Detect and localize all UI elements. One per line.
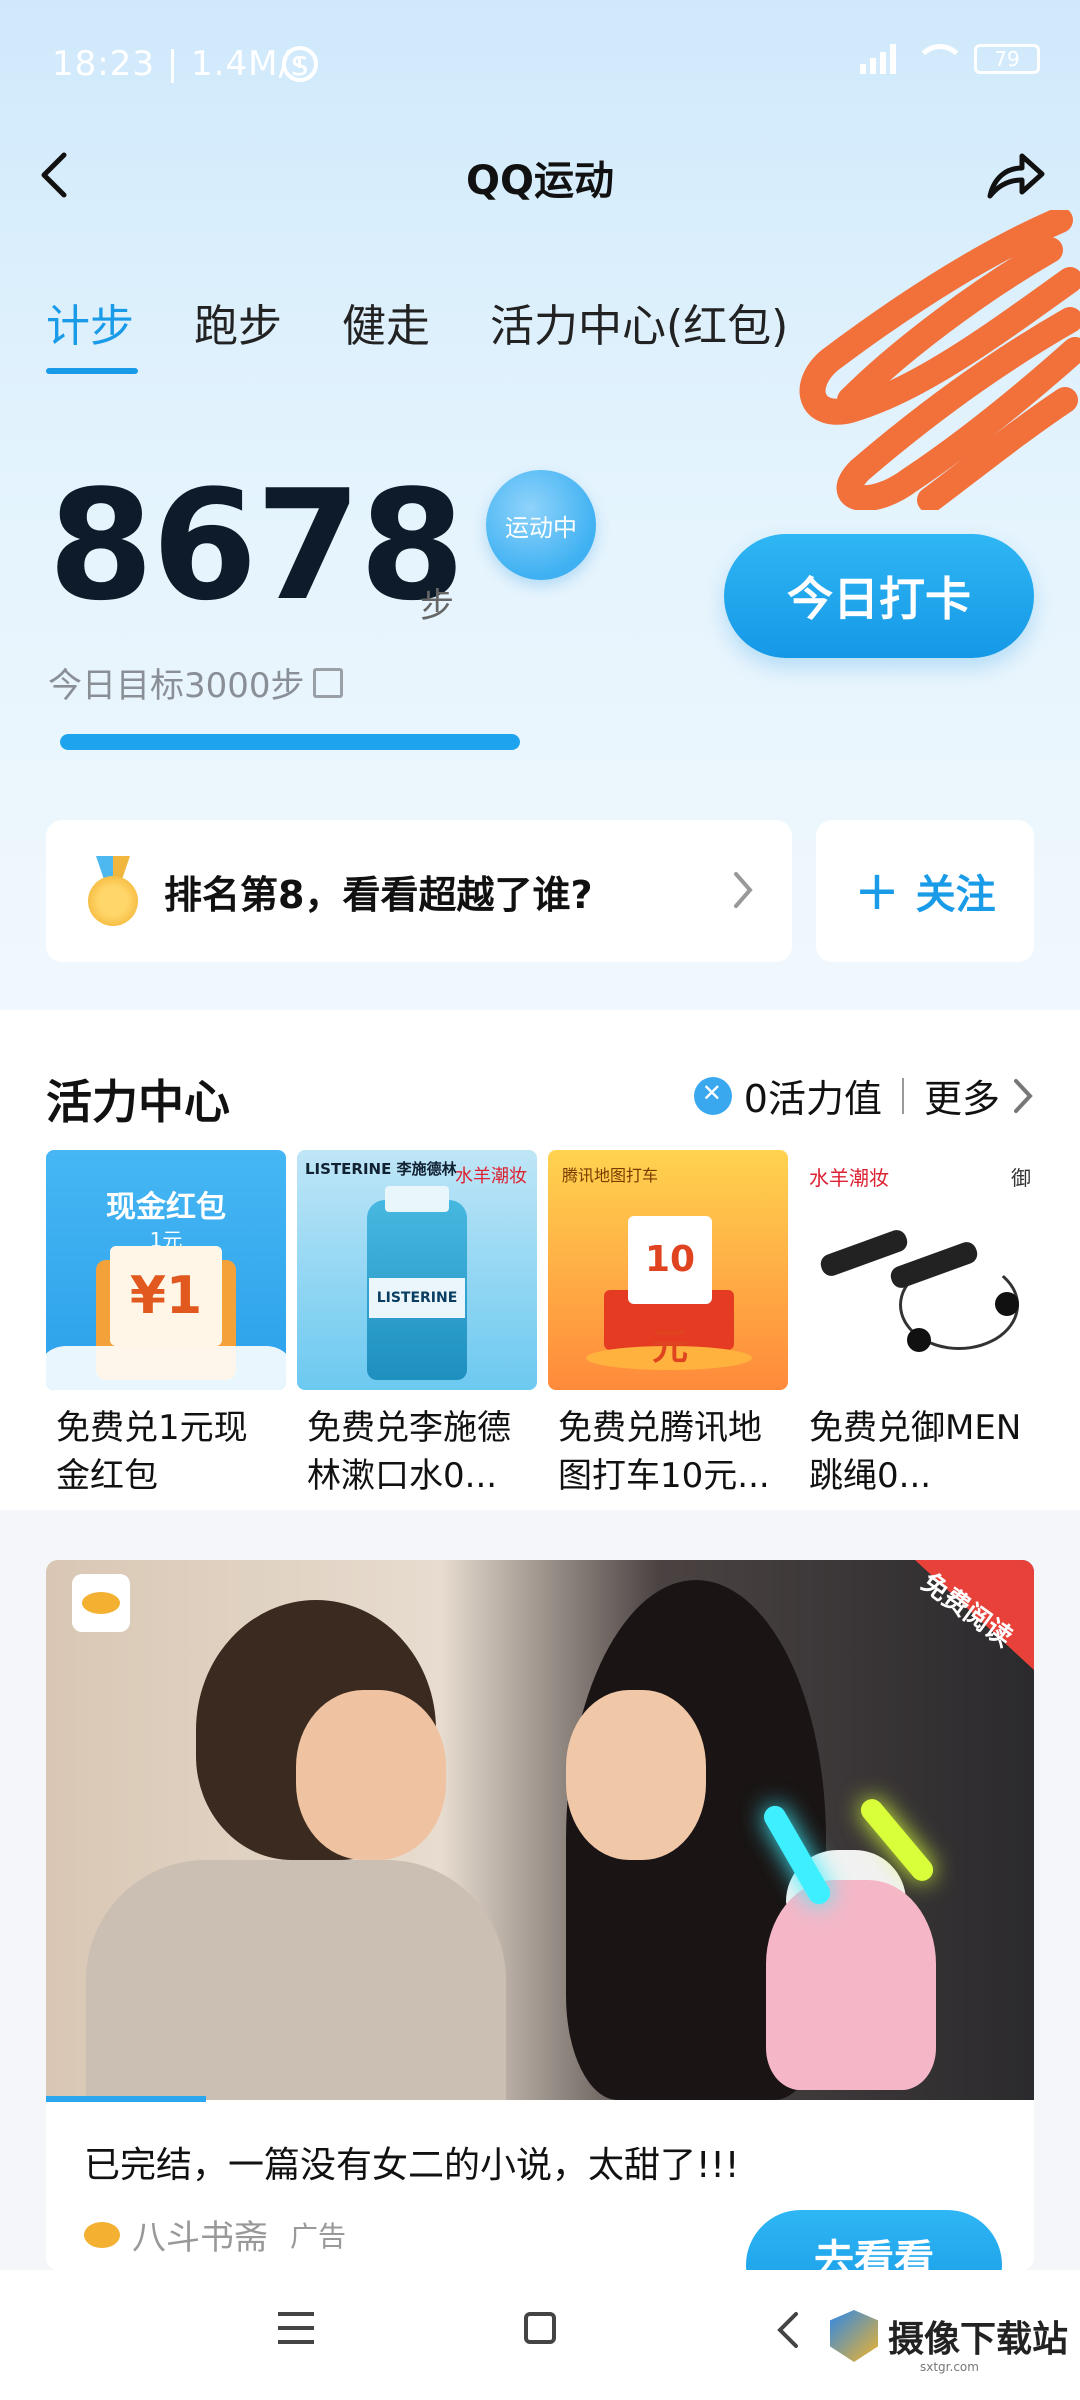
cloud-graphic — [46, 1346, 286, 1390]
ad-figure-man-body — [86, 1860, 506, 2100]
product-name: 免费兑1元现金红包 — [56, 1408, 248, 1496]
vitality-icon — [693, 1076, 732, 1115]
watermark-text: 摄像下载站 — [888, 2319, 1069, 2360]
running-badge: 运动中 — [486, 470, 596, 580]
vitality-points: 0活力值 — [743, 1077, 882, 1121]
ad-headline: 已完结，一篇没有女二的小说，太甜了!!! — [84, 2145, 740, 2186]
alarm-icon — [282, 46, 318, 82]
daily-goal-text: 今日目标3000步 — [48, 666, 305, 706]
back-icon[interactable] — [774, 2310, 800, 2350]
ball-graphic — [995, 1292, 1019, 1316]
vitality-more[interactable]: 0活力值 更多 — [693, 1068, 1034, 1123]
rank-text: 排名第8，看看超越了谁? — [164, 872, 593, 917]
image-brand: 腾讯地图打车 — [562, 1166, 659, 1185]
vitality-section: 活力中心 0活力值 更多 现金红包 1元 ¥1 免费兑1元现金红包 LISTER… — [0, 1010, 1080, 1510]
battery-icon: 79 — [974, 44, 1040, 74]
product-card[interactable]: LISTERINE 李施德林 水羊潮妆 LISTERINE 免费兑李施德林漱口水… — [297, 1150, 537, 1500]
watermark: 摄像下载站 sxtgr.com — [830, 2310, 1069, 2374]
ad-avatar-girl — [766, 1880, 936, 2090]
ad-source: 八斗书斋 广告 — [84, 2210, 346, 2259]
image-brand: LISTERINE 李施德林 — [305, 1160, 457, 1178]
share-icon[interactable] — [984, 150, 1046, 202]
product-name: 免费兑御MEN跳绳0... — [809, 1408, 1022, 1496]
chevron-right-icon — [1014, 1078, 1033, 1113]
section-title: 活力中心 — [46, 1075, 230, 1129]
chevron-right-icon — [734, 872, 753, 908]
follow-label: 关注 — [915, 872, 996, 918]
page-title: QQ运动 — [465, 158, 614, 204]
bottle-cap-graphic — [385, 1186, 449, 1212]
rank-card[interactable]: 排名第8，看看超越了谁? — [46, 820, 792, 962]
redaction-scribble — [799, 210, 1080, 510]
home-icon[interactable] — [524, 2312, 556, 2344]
ad-figure-woman-face — [566, 1690, 706, 1860]
product-card[interactable]: 腾讯地图打车 10元 免费兑腾讯地图打车10元... — [548, 1150, 788, 1500]
bottle-label: LISTERINE — [369, 1278, 465, 1318]
image-brand: 水羊潮妆 — [809, 1166, 889, 1190]
image-value: ¥1 — [110, 1246, 222, 1346]
product-image-red-packet: 现金红包 1元 ¥1 — [46, 1150, 286, 1390]
tab-running[interactable]: 跑步 — [194, 290, 282, 374]
step-progress-bar — [60, 734, 520, 750]
image-brand: 水羊潮妆 — [455, 1166, 527, 1187]
wifi-icon — [914, 44, 966, 74]
product-image-taxi-coupon: 腾讯地图打车 10元 — [548, 1150, 788, 1390]
product-image-mouthwash: LISTERINE 李施德林 水羊潮妆 LISTERINE — [297, 1150, 537, 1390]
signal-icon — [860, 44, 896, 74]
step-progress-fill — [60, 734, 520, 750]
watermark-subtext: sxtgr.com — [920, 2360, 979, 2374]
status-icons: 79 — [860, 44, 1040, 74]
step-count: 8678 — [48, 457, 465, 634]
ad-figure-man-face — [296, 1690, 446, 1860]
product-card[interactable]: 现金红包 1元 ¥1 免费兑1元现金红包 — [46, 1150, 286, 1500]
status-time: 18:23 | 1.4M/s — [52, 44, 310, 84]
more-link[interactable]: 更多 — [924, 1068, 1000, 1123]
watermark-logo — [830, 2310, 878, 2362]
checkin-button[interactable]: 今日打卡 — [724, 534, 1034, 658]
ad-card[interactable]: 免费阅读 已完结，一篇没有女二的小说，太甜了!!! 八斗书斋 广告 去看看 — [46, 1560, 1034, 2270]
ad-progress-bar — [46, 2096, 206, 2102]
product-name: 免费兑李施德林漱口水0... — [307, 1408, 511, 1496]
divider — [901, 1077, 904, 1114]
ad-source-name: 八斗书斋 — [132, 2218, 268, 2258]
medal-icon — [86, 856, 140, 926]
menu-icon[interactable] — [278, 2312, 314, 2344]
product-list: 现金红包 1元 ¥1 免费兑1元现金红包 LISTERINE 李施德林 水羊潮妆… — [46, 1150, 1039, 1500]
image-value: 10元 — [628, 1216, 712, 1368]
daily-goal[interactable]: 今日目标3000步 — [48, 658, 343, 707]
tab-vitality-center[interactable]: 活力中心(红包) — [490, 290, 788, 374]
ball-graphic — [907, 1328, 931, 1352]
edit-icon[interactable] — [312, 667, 343, 698]
product-name: 免费兑腾讯地图打车10元... — [558, 1408, 770, 1496]
plus-icon: + — [854, 859, 900, 922]
tab-bar: 计步 跑步 健走 活力中心(红包) — [46, 290, 788, 374]
product-card[interactable]: 水羊潮妆 御 免费兑御MEN跳绳0... — [799, 1150, 1039, 1500]
tab-walking[interactable]: 健走 — [342, 290, 430, 374]
ad-image[interactable]: 免费阅读 — [46, 1560, 1034, 2100]
tab-steps[interactable]: 计步 — [46, 290, 138, 374]
ad-tag[interactable]: 广告 — [290, 2215, 346, 2255]
ad-cta-button[interactable]: 去看看 — [746, 2210, 1002, 2270]
step-unit: 步 — [420, 586, 454, 626]
image-brand: 御 — [1011, 1166, 1031, 1190]
image-title: 现金红包 — [106, 1190, 226, 1225]
ad-app-logo — [72, 1574, 130, 1632]
ad-source-logo — [84, 2221, 120, 2248]
product-image-jump-rope: 水羊潮妆 御 — [799, 1150, 1039, 1390]
follow-button[interactable]: + 关注 — [816, 820, 1034, 962]
status-bar: 18:23 | 1.4M/s 79 — [0, 0, 1080, 130]
